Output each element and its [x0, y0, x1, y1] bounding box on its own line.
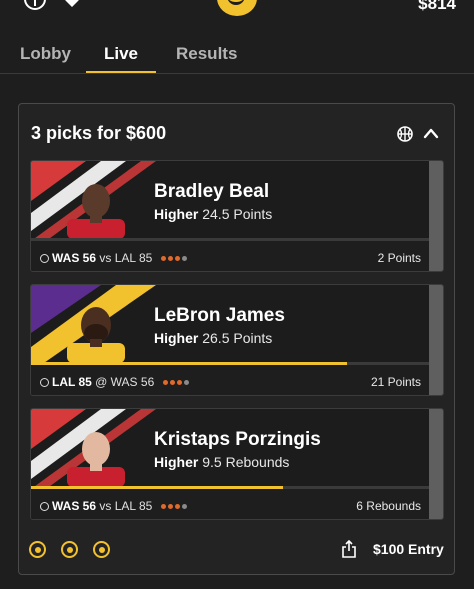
pick-result: 6 Rebounds	[356, 499, 421, 513]
active-tab-indicator	[86, 71, 156, 73]
game-separator: @	[95, 375, 108, 389]
game-separator: vs	[99, 499, 112, 513]
pick-direction: Higher	[154, 330, 199, 346]
entry-amount: $100 Entry	[373, 541, 444, 557]
info-icon[interactable]	[24, 0, 46, 10]
player-name: LeBron James	[154, 305, 285, 326]
basketball-icon	[397, 126, 413, 142]
pick-footer: WAS 56 vs LAL 85 2 Points	[31, 241, 431, 271]
basketball-icon	[40, 254, 49, 263]
logo-icon	[217, 0, 257, 16]
team-score: WAS 56	[52, 499, 97, 513]
tab-results[interactable]: Results	[176, 44, 237, 64]
pick-scrollbar[interactable]	[429, 285, 443, 395]
opponent-score: LAL 85	[114, 251, 153, 265]
game-separator: vs	[99, 251, 112, 265]
pick-footer: LAL 85 @ WAS 56 21 Points	[31, 365, 431, 395]
share-icon[interactable]	[341, 540, 357, 558]
pick-card[interactable]: Bradley Beal Higher 24.5 Points WAS 56 v…	[30, 160, 444, 272]
pick-direction: Higher	[154, 454, 199, 470]
tab-lobby[interactable]: Lobby	[20, 44, 71, 64]
player-name: Kristaps Porzingis	[154, 429, 321, 450]
pick-result: 2 Points	[377, 251, 421, 265]
game-info: LAL 85 @ WAS 56	[40, 375, 191, 389]
opponent-score: WAS 56	[110, 375, 155, 389]
player-photo	[67, 307, 125, 363]
pick-line: Higher 24.5 Points	[154, 206, 272, 222]
pick-stat-line: 26.5 Points	[202, 330, 273, 346]
player-name: Bradley Beal	[154, 181, 270, 202]
tab-bar: Lobby Live Results	[0, 40, 474, 74]
pick-result: 21 Points	[370, 375, 421, 389]
game-info: WAS 56 vs LAL 85	[40, 251, 189, 265]
pick-stat-line: 9.5 Rebounds	[202, 454, 290, 470]
game-progress-dots	[162, 375, 191, 389]
pick-card[interactable]: LeBron James Higher 26.5 Points LAL 85 @…	[30, 284, 444, 396]
player-photo	[67, 432, 125, 487]
tab-live[interactable]: Live	[104, 44, 138, 64]
entry-title: 3 picks for $600	[31, 123, 167, 143]
team-score: WAS 56	[52, 251, 97, 265]
pick-scrollbar[interactable]	[429, 409, 443, 519]
entry-footer: $100 Entry	[19, 536, 454, 574]
pick-card[interactable]: Kristaps Porzingis Higher 9.5 Rebounds W…	[30, 408, 444, 520]
player-photo	[67, 184, 125, 239]
heart-icon[interactable]	[64, 0, 80, 8]
game-progress-dots	[160, 499, 189, 513]
pick-scrollbar[interactable]	[429, 161, 443, 271]
opponent-score: LAL 85	[114, 499, 153, 513]
top-bar: $814	[0, 0, 474, 18]
pick-footer: WAS 56 vs LAL 85 6 Rebounds	[31, 489, 431, 519]
entry-card: 3 picks for $600 Bradley Beal Higher 24.…	[18, 103, 455, 575]
basketball-icon	[40, 378, 49, 387]
game-info: WAS 56 vs LAL 85	[40, 499, 189, 513]
chevron-up-icon[interactable]	[423, 126, 439, 140]
basketball-icon	[40, 502, 49, 511]
pick-status-dot	[61, 541, 78, 558]
account-balance[interactable]: $814	[418, 0, 456, 14]
pick-status-dot	[93, 541, 110, 558]
game-progress-dots	[160, 251, 189, 265]
team-score: LAL 85	[52, 375, 92, 389]
pick-direction: Higher	[154, 206, 199, 222]
pick-line: Higher 26.5 Points	[154, 330, 272, 346]
pick-stat-line: 24.5 Points	[202, 206, 273, 222]
pick-line: Higher 9.5 Rebounds	[154, 454, 289, 470]
pick-status-dot	[29, 541, 46, 558]
